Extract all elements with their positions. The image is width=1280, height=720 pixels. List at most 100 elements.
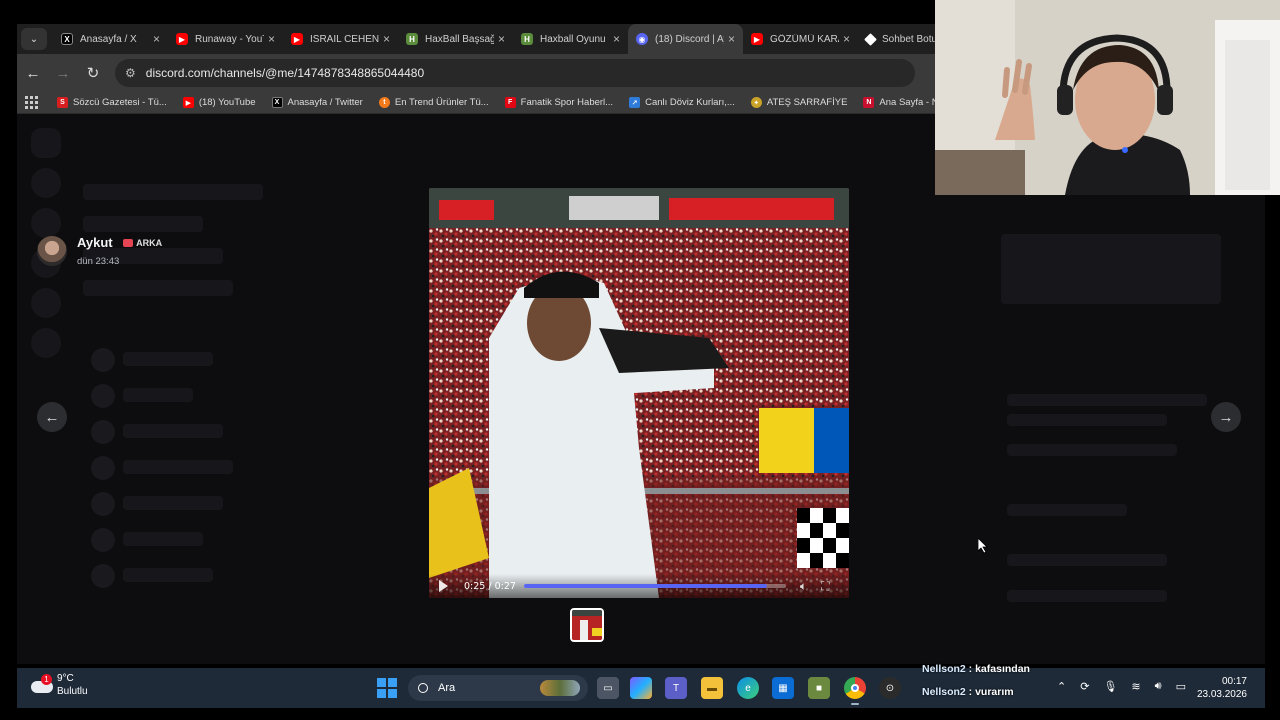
youtube-icon: ▶ xyxy=(751,33,763,45)
close-icon[interactable]: × xyxy=(728,32,735,46)
youtube-icon: ▶ xyxy=(182,97,194,108)
haxball-icon: H xyxy=(406,33,418,45)
profile-banner xyxy=(1001,234,1221,304)
fullscreen-icon[interactable]: ⛶ xyxy=(821,579,829,594)
bookmark-ates-sarrafiye[interactable]: ✦ ATEŞ SARRAFİYE xyxy=(750,97,848,108)
dm-avatar xyxy=(91,456,115,480)
guild-tag: ARKA xyxy=(123,238,162,248)
dm-list-item xyxy=(123,568,213,582)
close-icon[interactable]: × xyxy=(153,32,160,46)
taskbar-clock[interactable]: 00:17 23.03.2026 xyxy=(1197,675,1247,701)
battery-icon[interactable]: ▭ xyxy=(1176,680,1186,693)
apps-grid-icon[interactable] xyxy=(25,95,39,110)
microphone-icon[interactable]: 🎙︎ xyxy=(1103,680,1117,693)
tab-discord[interactable]: ◉ (18) Discord | Aykut × xyxy=(628,24,743,54)
arrow-right-icon: → xyxy=(55,64,71,82)
tab-runaway[interactable]: ▶ Runaway - YouTube × xyxy=(168,24,283,54)
thumbnail-image xyxy=(572,610,602,640)
bookmark-youtube[interactable]: ▶ (18) YouTube xyxy=(182,97,256,108)
server-icon xyxy=(31,288,61,318)
close-icon[interactable]: × xyxy=(383,32,390,46)
minecraft-icon[interactable]: ■ xyxy=(808,677,830,699)
weather-temperature: 9°C xyxy=(57,673,74,684)
tab-label: Haxball Oyunu xyxy=(540,33,606,45)
task-view-icon[interactable]: ▭ xyxy=(597,677,619,699)
volume-icon[interactable]: 🔈︎ xyxy=(800,579,807,594)
close-icon[interactable]: × xyxy=(498,32,505,46)
media-thumbnail[interactable] xyxy=(570,608,604,642)
bookmark-label: ATEŞ SARRAFİYE xyxy=(766,97,848,108)
back-button[interactable]: ← xyxy=(19,59,47,87)
tab-label: GÖZÜMÜ KARARTMA xyxy=(770,33,839,45)
dm-list-item xyxy=(123,388,193,402)
progress-bar[interactable] xyxy=(523,584,786,588)
bookmark-label: Anasayfa / Twitter xyxy=(287,97,363,108)
reload-button[interactable]: ↻ xyxy=(79,59,107,87)
sync-icon[interactable]: ⟳ xyxy=(1080,680,1089,693)
youtube-icon: ▶ xyxy=(291,33,303,45)
profile-line xyxy=(1007,414,1167,426)
user-name[interactable]: Aykut xyxy=(77,235,113,250)
speaker-icon[interactable]: 🔊︎ xyxy=(1155,680,1162,693)
previous-media-button[interactable]: ← xyxy=(37,402,67,432)
arrow-left-icon: ← xyxy=(25,64,41,82)
dm-avatar xyxy=(91,564,115,588)
dm-avatar xyxy=(91,528,115,552)
stream-chat-overlay: Nellson2 : kafasından Nellson2 : vurarım xyxy=(922,658,1030,704)
start-button[interactable] xyxy=(377,678,397,698)
reload-icon: ↻ xyxy=(86,65,100,82)
weather-condition: Bulutlu xyxy=(57,686,88,697)
jewel-icon: ✦ xyxy=(750,97,762,108)
dm-avatar xyxy=(91,384,115,408)
search-icon xyxy=(418,683,428,693)
bookmark-ana-sayfa[interactable]: N Ana Sayfa - N xyxy=(863,97,939,108)
weather-widget[interactable]: 1 9°C Bulutlu xyxy=(31,673,88,697)
chrome-icon[interactable] xyxy=(844,677,866,705)
tab-search-button[interactable]: ⌄ xyxy=(21,28,47,50)
clock-time: 00:17 xyxy=(1221,676,1247,687)
arrow-left-icon: ← xyxy=(44,408,60,426)
chat-text: : kafasından xyxy=(965,663,1030,675)
bookmark-trendyol[interactable]: t En Trend Ürünler Tü... xyxy=(378,97,489,108)
profile-line xyxy=(1007,504,1127,516)
tab-haxball-oyunu[interactable]: H Haxball Oyunu × xyxy=(513,24,628,54)
forward-button[interactable]: → xyxy=(49,59,77,87)
video-player[interactable]: 0:25 / 0:27 🔈︎ ⛶ xyxy=(429,188,849,598)
bookmark-doviz[interactable]: ↗ Canlı Döviz Kurları,... xyxy=(629,97,735,108)
tab-haxball-bassagligi[interactable]: H HaxBall Başsağlığı × xyxy=(398,24,513,54)
close-icon[interactable]: × xyxy=(843,32,850,46)
dm-list-item xyxy=(123,424,223,438)
tab-gozumu-karartma[interactable]: ▶ GÖZÜMÜ KARARTMA × xyxy=(743,24,858,54)
bookmark-label: En Trend Ürünler Tü... xyxy=(394,97,489,108)
avatar[interactable] xyxy=(37,235,67,266)
tab-anasayfa[interactable]: X Anasayfa / X × xyxy=(53,24,168,54)
play-icon[interactable] xyxy=(439,580,448,592)
url-text: discord.com/channels/@me/147487834886504… xyxy=(145,66,425,80)
address-bar[interactable]: ⚙ discord.com/channels/@me/1474878348865… xyxy=(115,59,915,87)
chat-username: Nellson2 xyxy=(922,663,966,675)
profile-line xyxy=(1007,444,1177,456)
tab-israil[interactable]: ▶ İSRAİL CEHENNEMİ × xyxy=(283,24,398,54)
site-info-icon[interactable]: ⚙ xyxy=(125,66,136,80)
bookmark-sozcu[interactable]: S Sözcü Gazetesi - Tü... xyxy=(57,97,167,108)
bookmark-twitter[interactable]: X Anasayfa / Twitter xyxy=(271,97,363,108)
next-media-button[interactable]: → xyxy=(1211,402,1241,432)
server-icon xyxy=(31,128,61,158)
dm-list-item xyxy=(123,496,223,510)
bookmark-fanatik[interactable]: F Fanatik Spor Haberl... xyxy=(504,97,613,108)
obs-icon[interactable]: ⊙ xyxy=(879,677,901,699)
store-icon[interactable]: ▦ xyxy=(772,677,794,699)
progress-fill xyxy=(523,584,767,588)
edge-icon[interactable]: e xyxy=(737,677,759,699)
close-icon[interactable]: × xyxy=(268,32,275,46)
teams-icon[interactable]: T xyxy=(665,677,687,699)
chat-message: Nellson2 : vurarım xyxy=(922,681,1030,704)
chat-text: : vurarım xyxy=(965,686,1014,698)
taskbar-search[interactable]: Ara xyxy=(408,675,588,701)
media-viewer-header: Aykut ARKA dün 23:43 xyxy=(37,234,162,267)
chevron-up-icon[interactable]: ⌃ xyxy=(1057,680,1066,693)
wifi-icon[interactable]: ≋ xyxy=(1131,680,1140,693)
close-icon[interactable]: × xyxy=(613,32,620,46)
copilot-icon[interactable] xyxy=(630,677,652,699)
file-explorer-icon[interactable]: ▬ xyxy=(701,677,723,699)
